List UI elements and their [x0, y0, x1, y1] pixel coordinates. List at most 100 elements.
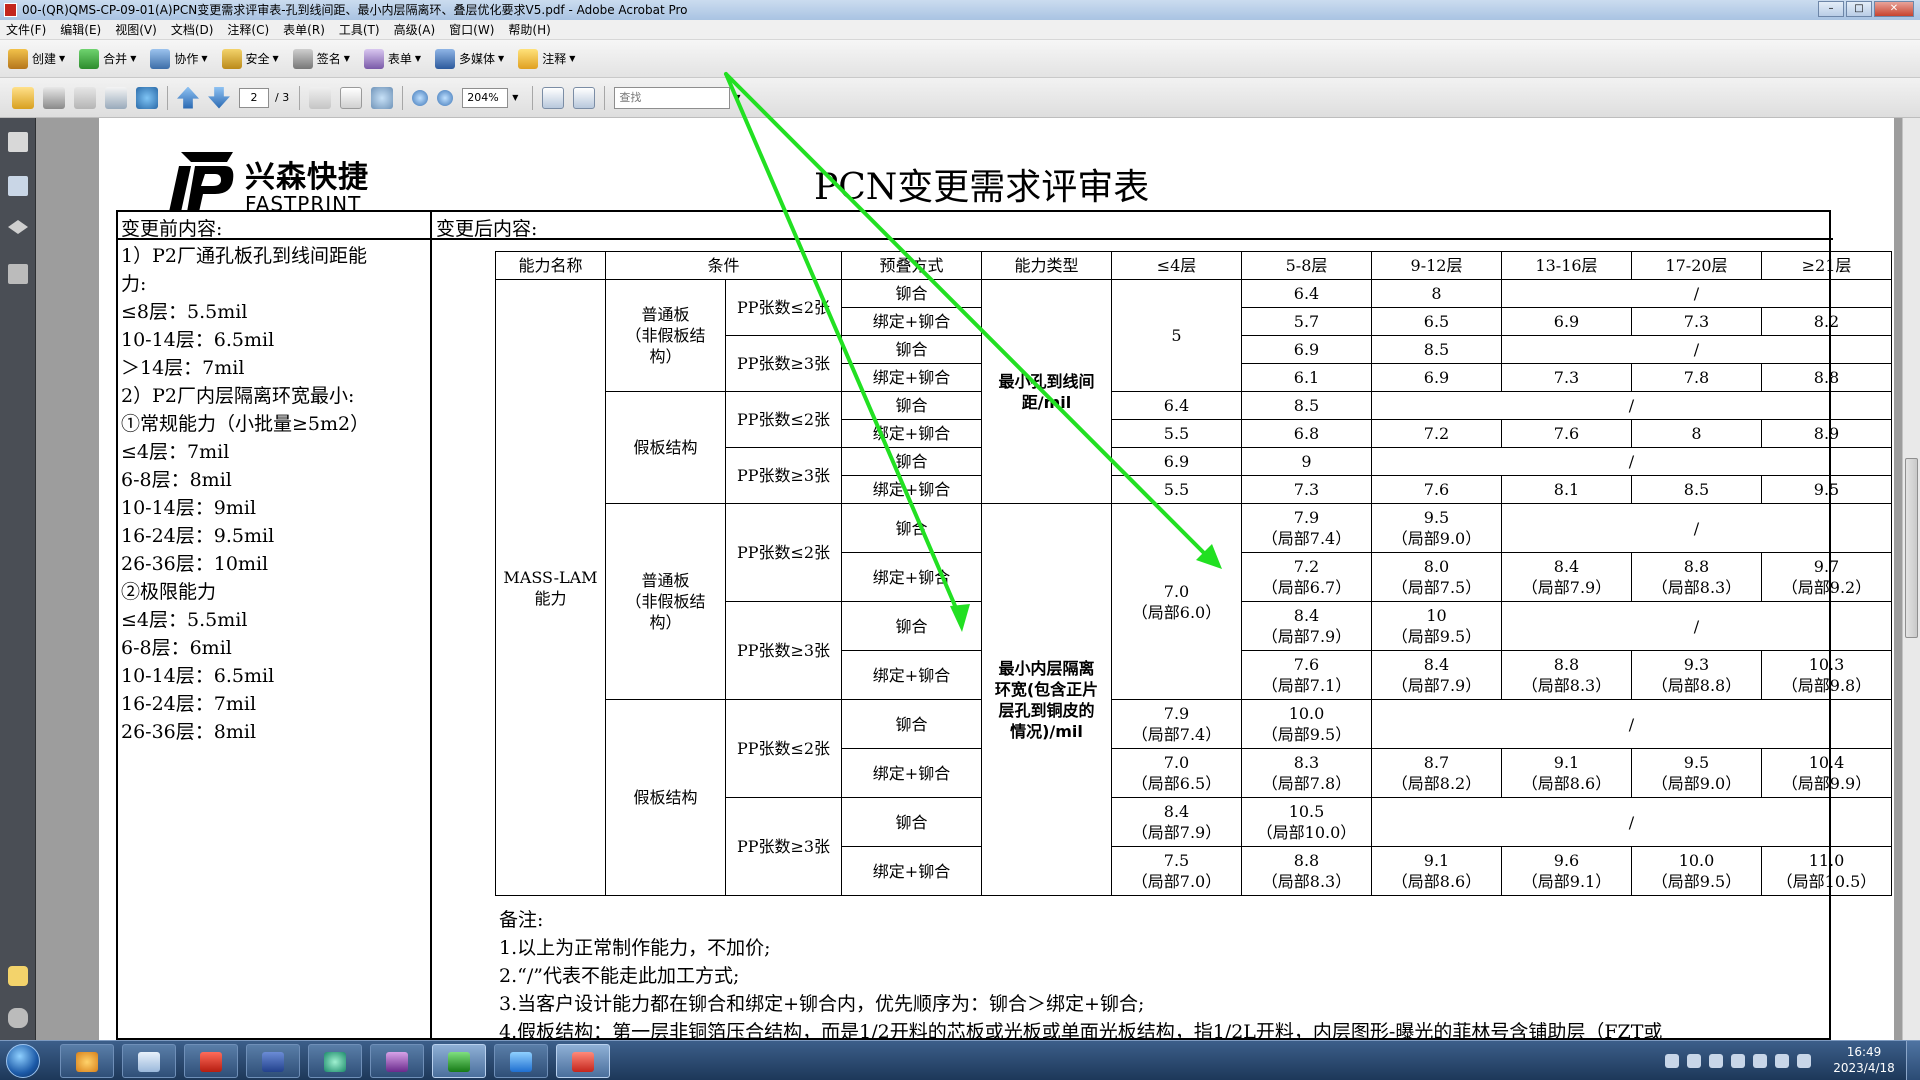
maximize-button[interactable]: □ — [1846, 1, 1872, 17]
taskbar-app-shell[interactable] — [60, 1044, 114, 1078]
scrollbar-thumb[interactable] — [1905, 458, 1918, 638]
toolbar-divider — [604, 85, 606, 110]
menu-tools[interactable]: 工具(T) — [339, 21, 380, 38]
menu-help[interactable]: 帮助(H) — [508, 21, 550, 38]
chevron-down-icon: ▼ — [343, 54, 350, 63]
signatures-panel-icon[interactable] — [8, 264, 28, 284]
value-cell: 6.8 — [1241, 419, 1372, 448]
table-row: 假板结构 PP张数≤2张 铆合 6.4 8.5 / — [496, 391, 1892, 504]
pp-count-cell: PP张数≥3张 — [725, 797, 842, 896]
show-desktop-button[interactable] — [1906, 1041, 1920, 1080]
toolbar-divider — [532, 85, 534, 110]
save-icon[interactable] — [74, 86, 96, 109]
keyboard-icon[interactable] — [1665, 1054, 1679, 1068]
header-cell: 条件 — [605, 251, 842, 280]
attachments-paperclip-icon[interactable] — [8, 1008, 28, 1028]
select-cursor-icon[interactable] — [309, 86, 332, 109]
menu-window[interactable]: 窗口(W) — [449, 21, 494, 38]
close-button[interactable]: ✕ — [1874, 1, 1914, 17]
taskbar-app-x[interactable] — [370, 1044, 424, 1078]
pp-count-cell: PP张数≥3张 — [725, 335, 842, 392]
flag-icon[interactable] — [1731, 1054, 1745, 1068]
email-icon[interactable] — [105, 86, 127, 109]
notepad-icon — [138, 1052, 160, 1072]
slash-cell: / — [1371, 391, 1892, 420]
value-cell: 8.9 — [1761, 419, 1892, 448]
taskbar-app-eye[interactable] — [308, 1044, 362, 1078]
taskbar-app-fastprint[interactable] — [432, 1044, 486, 1078]
find-dropdown-icon[interactable]: ▼ — [734, 93, 740, 102]
combine-button[interactable]: 合并 ▼ — [79, 48, 136, 69]
comment-button[interactable]: 注释 ▼ — [518, 48, 575, 69]
page-number-input[interactable]: 2 — [239, 87, 269, 108]
network-icon[interactable] — [1753, 1054, 1767, 1068]
taskbar-clock[interactable]: 16:49 2023/4/18 — [1832, 1044, 1896, 1076]
fit-width-icon[interactable] — [542, 86, 565, 109]
zoom-out-icon[interactable] — [412, 89, 429, 106]
marquee-zoom-icon[interactable] — [371, 86, 394, 109]
menu-document[interactable]: 文档(D) — [171, 21, 214, 38]
comments-panel-icon[interactable] — [8, 966, 28, 986]
list-item: ≤4层：7mil — [121, 441, 230, 463]
pdf-page: 兴森快捷 FASTPRINT PCN变更需求评审表 变更前内容: 变更后内容: … — [99, 118, 1894, 1040]
menu-comments[interactable]: 注释(C) — [227, 21, 269, 38]
hand-tool-icon[interactable] — [340, 86, 363, 109]
volume-icon[interactable] — [1775, 1054, 1789, 1068]
document-viewport[interactable]: 兴森快捷 FASTPRINT PCN变更需求评审表 变更前内容: 变更后内容: … — [36, 118, 1902, 1040]
forms-button[interactable]: 表单 ▼ — [363, 48, 421, 69]
arrow-up-icon[interactable] — [177, 86, 199, 109]
taskbar-app-acrobat[interactable] — [556, 1044, 610, 1078]
create-button[interactable]: 创建 ▼ — [8, 48, 65, 69]
remark-line: 1.以上为正常制作能力，不加价; — [499, 937, 771, 959]
open-folder-icon[interactable] — [12, 86, 34, 109]
menu-file[interactable]: 文件(F) — [6, 21, 46, 38]
menu-view[interactable]: 视图(V) — [115, 21, 157, 38]
menu-forms[interactable]: 表单(R) — [283, 21, 325, 38]
value-cell: 7.8 — [1631, 363, 1762, 392]
capability-table: 能力名称 条件 预叠方式 能力类型 ≤4层 5-8层 9-12层 13-16层 … — [495, 251, 1892, 896]
help-icon[interactable] — [1687, 1054, 1701, 1068]
secure-button[interactable]: 安全 ▼ — [221, 48, 279, 69]
minimize-button[interactable]: – — [1818, 1, 1844, 17]
zoom-dropdown-icon[interactable]: ▼ — [512, 93, 518, 102]
slash-cell: / — [1371, 797, 1892, 847]
value-cell: 6.9 — [1371, 363, 1502, 392]
vertical-scrollbar[interactable] — [1902, 118, 1920, 1040]
find-input[interactable]: 查找 — [614, 86, 731, 109]
slash-cell: / — [1371, 447, 1892, 476]
pages-panel-icon[interactable] — [8, 132, 28, 152]
list-item: ①常规能力（小批量≥5m2） — [121, 413, 370, 435]
red-app-icon — [200, 1052, 222, 1072]
floppy-icon — [262, 1052, 284, 1072]
list-item: 16-24层：7mil — [121, 693, 257, 715]
before-content-header: 变更前内容: — [121, 218, 223, 240]
value-cell: 8.8 — [1761, 363, 1892, 392]
web-icon[interactable] — [136, 86, 158, 109]
value-cell: 7.3 — [1501, 363, 1632, 392]
multimedia-button[interactable]: 多媒体 ▼ — [435, 48, 504, 69]
collaborate-button[interactable]: 协作 ▼ — [150, 48, 208, 69]
zoom-level-field[interactable]: 204% — [462, 87, 509, 108]
taskbar-app-save[interactable] — [246, 1044, 300, 1078]
settings-icon[interactable] — [1709, 1054, 1723, 1068]
sign-button[interactable]: 签名 ▼ — [292, 48, 350, 69]
sign-label: 签名 — [316, 52, 341, 66]
taskbar-app-notepad[interactable] — [122, 1044, 176, 1078]
taskbar-app-red[interactable] — [184, 1044, 238, 1078]
menu-advanced[interactable]: 高级(A) — [394, 21, 436, 38]
value-cell: 8.4 （局部7.9） — [1111, 797, 1242, 847]
fit-page-icon[interactable] — [573, 86, 596, 109]
arrow-down-icon[interactable] — [208, 86, 230, 109]
start-button[interactable] — [6, 1044, 40, 1078]
value-cell: 7.5 （局部7.0） — [1111, 846, 1242, 896]
layers-panel-icon[interactable] — [8, 220, 28, 234]
print-icon[interactable] — [43, 86, 65, 109]
value-cell: 8.2 — [1761, 307, 1892, 336]
menu-edit[interactable]: 编辑(E) — [60, 21, 101, 38]
zoom-in-icon[interactable] — [437, 89, 454, 106]
bookmarks-panel-icon[interactable] — [8, 176, 28, 196]
list-item: ＞14层：7mil — [121, 357, 245, 379]
system-tray — [1665, 1044, 1811, 1078]
display-icon[interactable] — [1797, 1054, 1811, 1068]
taskbar-app-arrow[interactable] — [494, 1044, 548, 1078]
